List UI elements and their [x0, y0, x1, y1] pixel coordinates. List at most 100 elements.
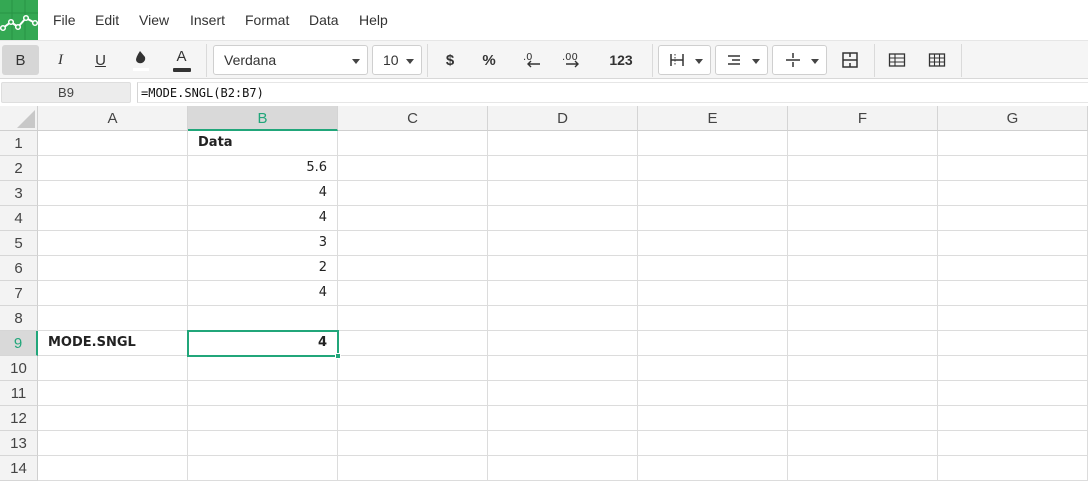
cell-name-box[interactable]: B9 [1, 82, 131, 103]
formula-input[interactable]: =MODE.SNGL(B2:B7) [137, 82, 1088, 103]
row-header-1[interactable]: 1 [0, 131, 38, 156]
row-header-7[interactable]: 7 [0, 281, 38, 306]
cell-a10[interactable] [38, 356, 188, 381]
cell-d14[interactable] [488, 456, 638, 481]
column-header-b[interactable]: B [188, 106, 338, 131]
borders-dropdown[interactable] [658, 45, 711, 75]
row-header-2[interactable]: 2 [0, 156, 38, 181]
cell-a12[interactable] [38, 406, 188, 431]
vertical-align-dropdown[interactable] [772, 45, 827, 75]
cell-g10[interactable] [938, 356, 1088, 381]
cell-f1[interactable] [788, 131, 938, 156]
insert-table-button[interactable] [880, 45, 914, 75]
cell-d3[interactable] [488, 181, 638, 206]
merge-cells-button[interactable] [832, 45, 868, 75]
cell-g13[interactable] [938, 431, 1088, 456]
cell-a9[interactable]: MODE.SNGL [38, 331, 188, 356]
cell-c1[interactable] [338, 131, 488, 156]
cell-c11[interactable] [338, 381, 488, 406]
menu-file[interactable]: File [53, 0, 76, 40]
row-header-4[interactable]: 4 [0, 206, 38, 231]
cell-d9[interactable] [488, 331, 638, 356]
text-color-button[interactable]: A [162, 45, 201, 75]
cell-g2[interactable] [938, 156, 1088, 181]
column-header-f[interactable]: F [788, 106, 938, 131]
cell-a5[interactable] [38, 231, 188, 256]
cell-d13[interactable] [488, 431, 638, 456]
cell-e5[interactable] [638, 231, 788, 256]
currency-format-button[interactable]: $ [432, 45, 468, 75]
percent-format-button[interactable]: % [471, 45, 507, 75]
cell-a8[interactable] [38, 306, 188, 331]
menu-edit[interactable]: Edit [95, 0, 119, 40]
cell-d5[interactable] [488, 231, 638, 256]
cell-g12[interactable] [938, 406, 1088, 431]
cell-g4[interactable] [938, 206, 1088, 231]
cell-d2[interactable] [488, 156, 638, 181]
cell-d7[interactable] [488, 281, 638, 306]
cell-b7[interactable]: 4 [188, 281, 338, 306]
column-header-d[interactable]: D [488, 106, 638, 131]
column-header-c[interactable]: C [338, 106, 488, 131]
cell-c10[interactable] [338, 356, 488, 381]
cell-f8[interactable] [788, 306, 938, 331]
cell-f2[interactable] [788, 156, 938, 181]
cell-f7[interactable] [788, 281, 938, 306]
cell-f10[interactable] [788, 356, 938, 381]
increase-decimal-button[interactable]: .00 [552, 45, 592, 75]
cell-e7[interactable] [638, 281, 788, 306]
cell-f5[interactable] [788, 231, 938, 256]
cell-e9[interactable] [638, 331, 788, 356]
cell-e4[interactable] [638, 206, 788, 231]
cell-e10[interactable] [638, 356, 788, 381]
cell-a6[interactable] [38, 256, 188, 281]
row-header-10[interactable]: 10 [0, 356, 38, 381]
cell-c14[interactable] [338, 456, 488, 481]
cell-e6[interactable] [638, 256, 788, 281]
row-header-9[interactable]: 9 [0, 331, 38, 356]
cell-d12[interactable] [488, 406, 638, 431]
cell-f12[interactable] [788, 406, 938, 431]
cell-b1[interactable]: Data [188, 131, 338, 156]
cell-d11[interactable] [488, 381, 638, 406]
select-all-corner[interactable] [0, 106, 38, 131]
cell-f11[interactable] [788, 381, 938, 406]
cell-a14[interactable] [38, 456, 188, 481]
cell-a13[interactable] [38, 431, 188, 456]
cell-e3[interactable] [638, 181, 788, 206]
column-header-a[interactable]: A [38, 106, 188, 131]
cell-a4[interactable] [38, 206, 188, 231]
cell-d1[interactable] [488, 131, 638, 156]
menu-format[interactable]: Format [245, 0, 289, 40]
menu-view[interactable]: View [139, 0, 169, 40]
cell-g14[interactable] [938, 456, 1088, 481]
horizontal-align-dropdown[interactable] [715, 45, 768, 75]
cell-f4[interactable] [788, 206, 938, 231]
cell-f3[interactable] [788, 181, 938, 206]
row-header-5[interactable]: 5 [0, 231, 38, 256]
cell-a2[interactable] [38, 156, 188, 181]
font-family-select[interactable]: Verdana [213, 45, 368, 75]
cell-a1[interactable] [38, 131, 188, 156]
cell-f14[interactable] [788, 456, 938, 481]
cell-e14[interactable] [638, 456, 788, 481]
cell-c7[interactable] [338, 281, 488, 306]
row-header-14[interactable]: 14 [0, 456, 38, 481]
menu-data[interactable]: Data [309, 0, 339, 40]
cell-c13[interactable] [338, 431, 488, 456]
cell-c8[interactable] [338, 306, 488, 331]
row-header-11[interactable]: 11 [0, 381, 38, 406]
cell-d6[interactable] [488, 256, 638, 281]
italic-button[interactable]: I [42, 45, 79, 75]
row-header-6[interactable]: 6 [0, 256, 38, 281]
table-grid-button[interactable] [920, 45, 954, 75]
cell-e11[interactable] [638, 381, 788, 406]
cell-b11[interactable] [188, 381, 338, 406]
cell-e13[interactable] [638, 431, 788, 456]
column-header-e[interactable]: E [638, 106, 788, 131]
cell-b2[interactable]: 5.6 [188, 156, 338, 181]
cell-g9[interactable] [938, 331, 1088, 356]
cell-e1[interactable] [638, 131, 788, 156]
cell-b13[interactable] [188, 431, 338, 456]
row-header-12[interactable]: 12 [0, 406, 38, 431]
